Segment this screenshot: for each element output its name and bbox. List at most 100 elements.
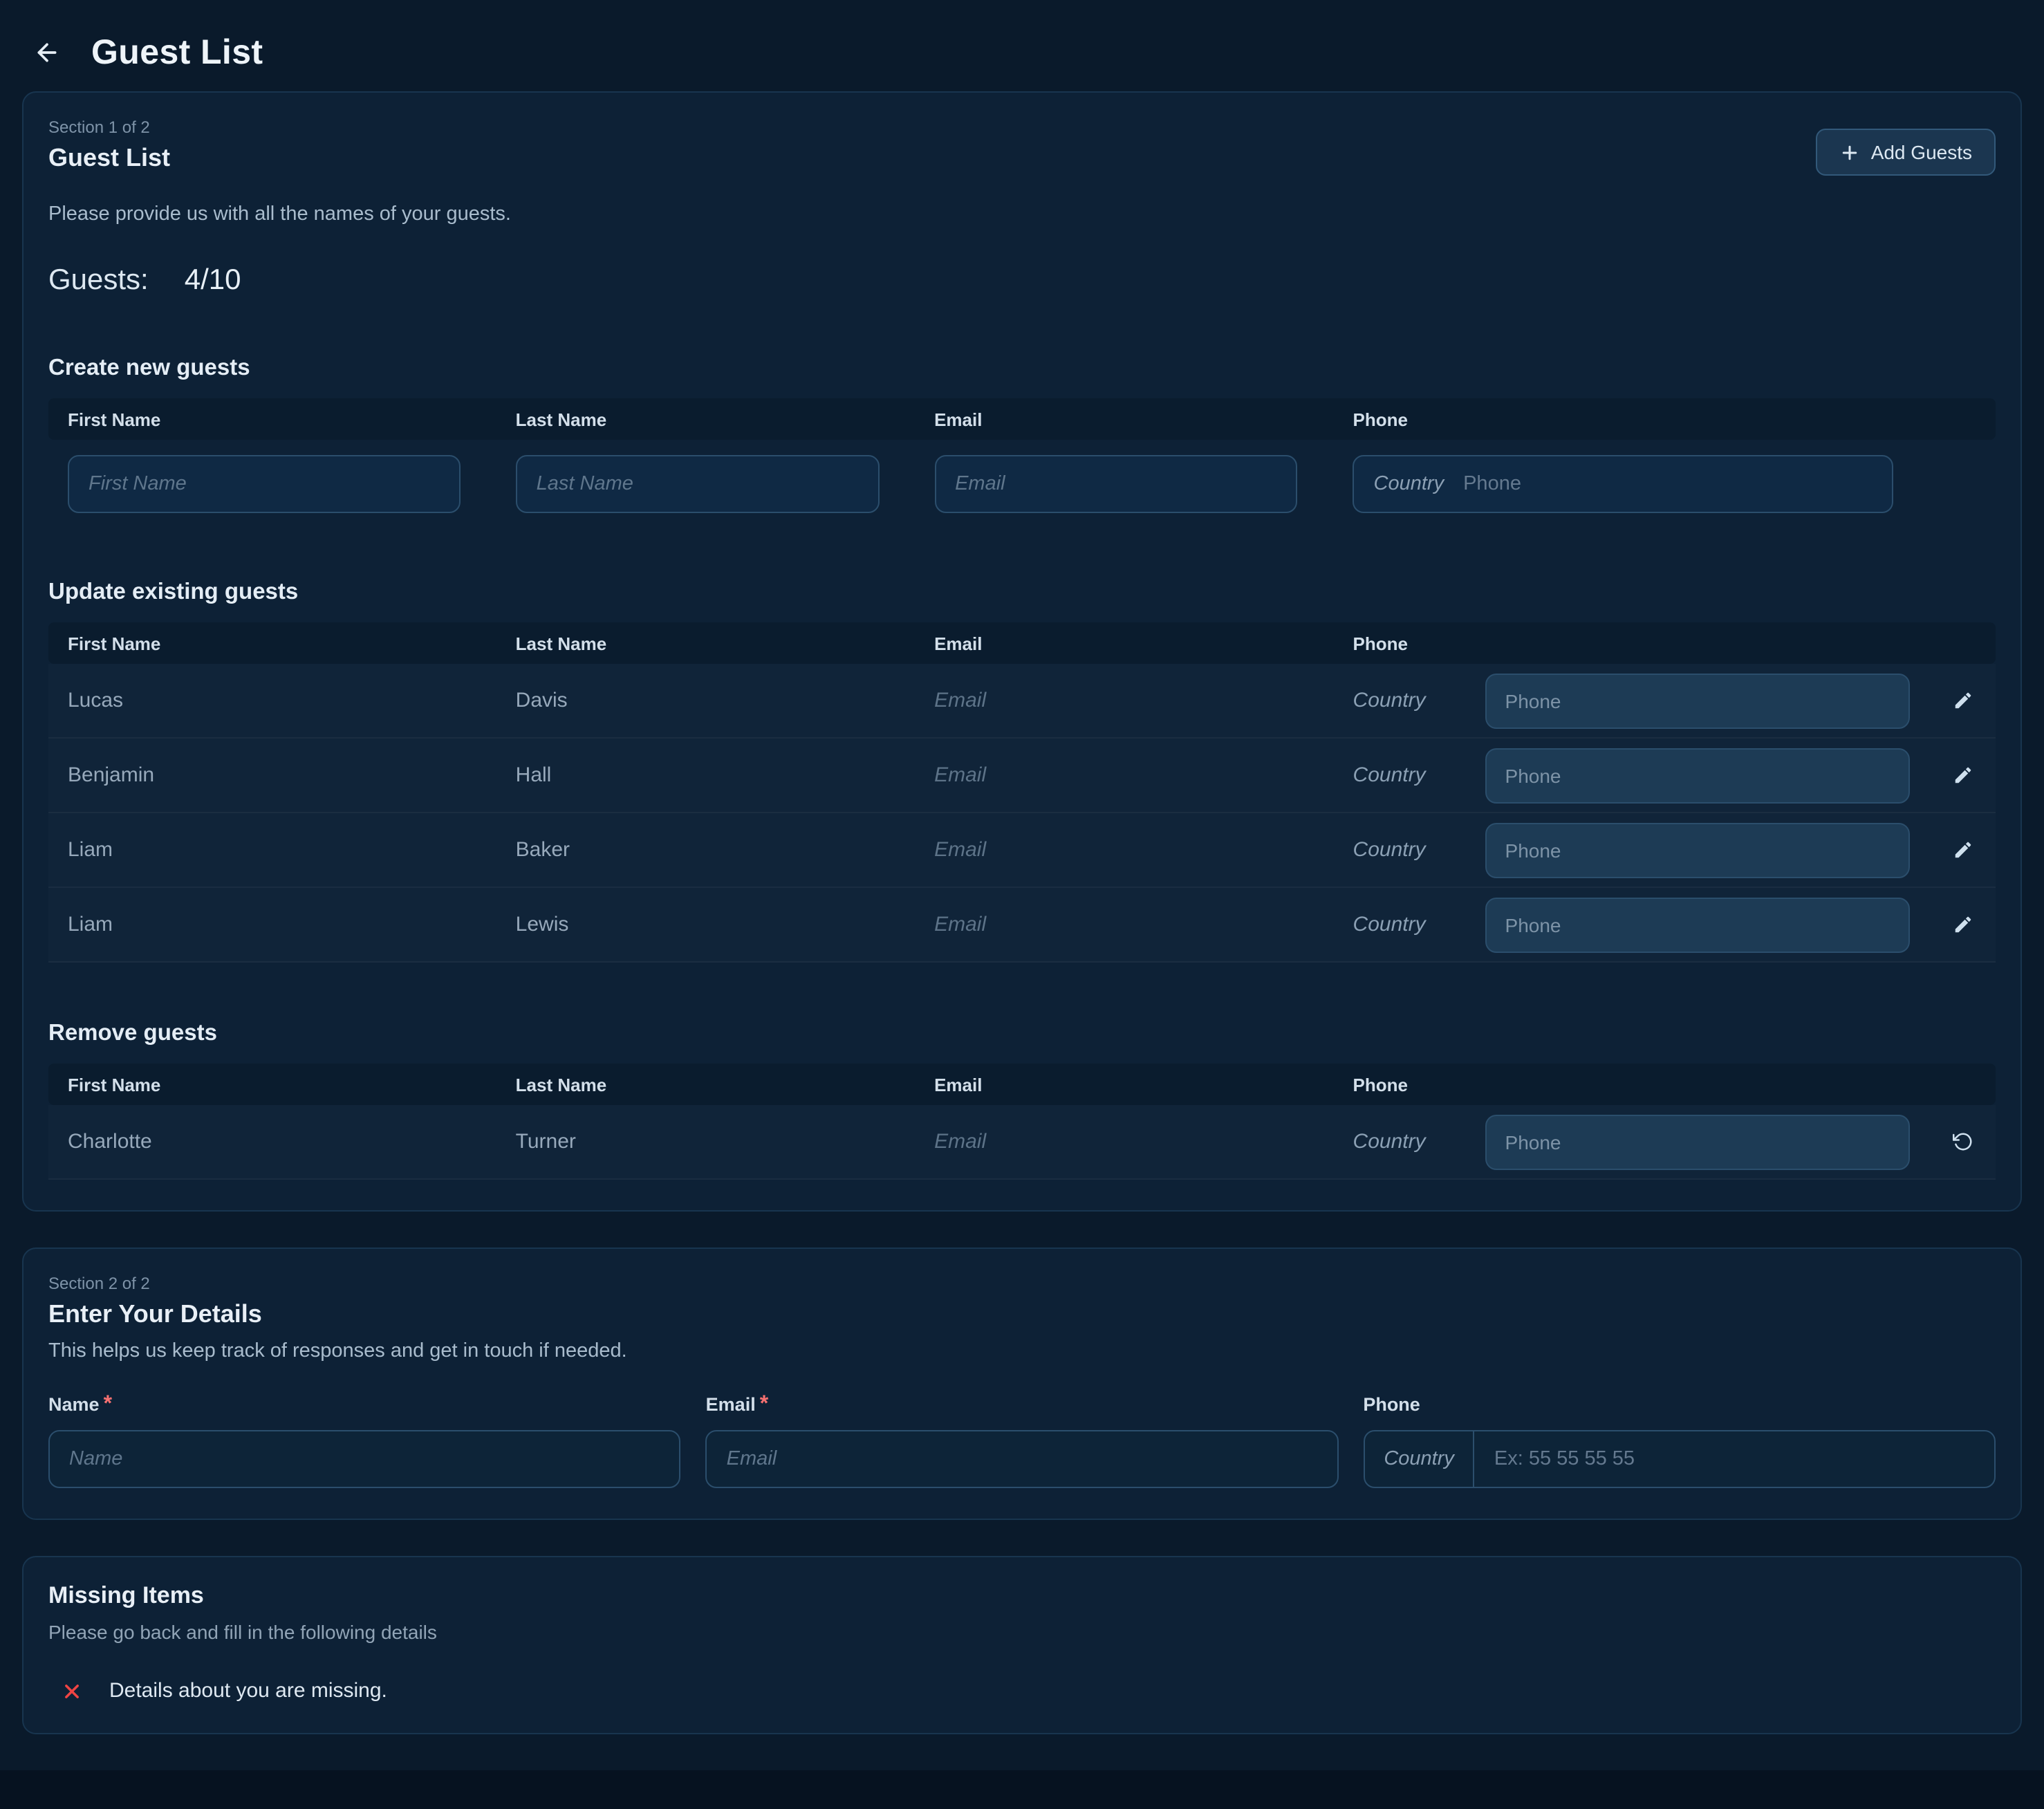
pencil-icon <box>1952 839 1973 860</box>
missing-item: Details about you are missing. <box>48 1679 1996 1703</box>
col-last-name: Last Name <box>496 409 915 429</box>
name-field-group: Name* <box>48 1393 681 1488</box>
guests-counter: Guests: 4/10 <box>48 264 1996 297</box>
guest-country-select[interactable]: Country <box>1353 913 1486 936</box>
add-guests-label: Add Guests <box>1871 141 1972 163</box>
remove-guests-title: Remove guests <box>48 1021 1996 1047</box>
guest-first-name: Lucas <box>48 689 496 712</box>
pencil-icon <box>1952 690 1973 711</box>
name-input[interactable] <box>48 1430 681 1488</box>
guest-country-select[interactable]: Country <box>1353 763 1486 787</box>
create-phone-input[interactable] <box>1463 456 1892 512</box>
section2-description: This helps us keep track of responses an… <box>48 1340 1996 1362</box>
phone-input[interactable] <box>1475 1431 1994 1487</box>
section2-title: Enter Your Details <box>48 1300 1996 1329</box>
guest-last-name: Turner <box>496 1130 915 1153</box>
col-email: Email <box>915 1074 1333 1095</box>
guest-row: Liam Lewis Country <box>48 888 1996 963</box>
edit-guest-button[interactable] <box>1940 902 1985 947</box>
create-email-input[interactable] <box>934 455 1297 513</box>
guest-first-name: Charlotte <box>48 1130 496 1153</box>
col-last-name: Last Name <box>496 633 915 653</box>
email-label: Email <box>706 1394 756 1415</box>
guest-last-name: Davis <box>496 689 915 712</box>
update-table-header: First Name Last Name Email Phone <box>48 622 1996 664</box>
guest-country-select[interactable]: Country <box>1353 1130 1486 1153</box>
guest-first-name: Liam <box>48 913 496 936</box>
pencil-icon <box>1952 765 1973 786</box>
phone-label: Phone <box>1363 1394 1420 1415</box>
add-guests-button[interactable]: Add Guests <box>1816 129 1996 176</box>
email-input[interactable] <box>706 1430 1339 1488</box>
your-details-section-card: Section 2 of 2 Enter Your Details This h… <box>22 1247 2022 1520</box>
section1-description: Please provide us with all the names of … <box>48 203 1996 225</box>
name-label: Name <box>48 1394 100 1415</box>
guest-row: Liam Baker Country <box>48 813 1996 888</box>
guest-email-input[interactable] <box>934 912 1306 936</box>
page-title: Guest List <box>91 33 263 73</box>
guest-row: Benjamin Hall Country <box>48 739 1996 813</box>
guest-email-input[interactable] <box>934 763 1306 786</box>
remove-guest-row: Charlotte Turner Country <box>48 1105 1996 1180</box>
details-fields: Name* Email* Phone Country <box>48 1393 1996 1488</box>
col-email: Email <box>915 633 1333 653</box>
arrow-left-icon <box>33 39 61 66</box>
create-guests-title: Create new guests <box>48 355 1996 382</box>
top-header: Guest List <box>22 0 2022 91</box>
section1-header-text: Section 1 of 2 Guest List <box>48 118 170 173</box>
section1-header: Section 1 of 2 Guest List Add Guests <box>48 118 1996 176</box>
guest-phone-input[interactable] <box>1486 822 1910 878</box>
guest-phone-input[interactable] <box>1486 673 1910 728</box>
undo-icon <box>1952 1131 1973 1152</box>
col-last-name: Last Name <box>496 1074 915 1095</box>
guests-count: 4/10 <box>185 264 241 297</box>
missing-items-title: Missing Items <box>48 1582 1996 1610</box>
guest-phone-input[interactable] <box>1486 748 1910 803</box>
guest-phone-input[interactable] <box>1486 1114 1910 1169</box>
col-phone: Phone <box>1334 409 1929 429</box>
app-root: Guest List Section 1 of 2 Guest List Add… <box>0 0 2044 1809</box>
edit-guest-button[interactable] <box>1940 828 1985 872</box>
create-first-name-input[interactable] <box>68 455 461 513</box>
edit-guest-button[interactable] <box>1940 753 1985 797</box>
section1-label: Section 1 of 2 <box>48 118 170 137</box>
create-last-name-input[interactable] <box>516 455 879 513</box>
country-select[interactable]: Country <box>1364 1431 1475 1487</box>
plus-icon <box>1839 142 1860 163</box>
page-content: Guest List Section 1 of 2 Guest List Add… <box>0 0 2044 1770</box>
update-guests-title: Update existing guests <box>48 579 1996 606</box>
missing-item-text: Details about you are missing. <box>109 1679 387 1703</box>
back-button[interactable] <box>25 30 69 75</box>
guest-last-name: Lewis <box>496 913 915 936</box>
guest-email-input[interactable] <box>934 688 1306 712</box>
guests-label: Guests: <box>48 264 149 297</box>
required-asterisk: * <box>104 1393 112 1416</box>
section2-label: Section 2 of 2 <box>48 1274 1996 1293</box>
guest-country-select[interactable]: Country <box>1353 689 1486 712</box>
col-first-name: First Name <box>48 409 496 429</box>
guest-country-select[interactable]: Country <box>1353 838 1486 862</box>
email-field-group: Email* <box>706 1393 1339 1488</box>
create-table-header: First Name Last Name Email Phone <box>48 398 1996 440</box>
guest-last-name: Hall <box>496 763 915 787</box>
section1-title: Guest List <box>48 144 170 173</box>
remove-table-header: First Name Last Name Email Phone <box>48 1064 1996 1105</box>
guest-email-input[interactable] <box>934 1129 1306 1153</box>
create-country-select[interactable]: Country <box>1355 473 1464 495</box>
guest-first-name: Benjamin <box>48 763 496 787</box>
col-first-name: First Name <box>48 633 496 653</box>
guest-first-name: Liam <box>48 838 496 862</box>
edit-guest-button[interactable] <box>1940 678 1985 723</box>
guest-last-name: Baker <box>496 838 915 862</box>
col-email: Email <box>915 409 1333 429</box>
col-phone: Phone <box>1334 633 1929 653</box>
phone-field-group: Phone Country <box>1363 1393 1996 1488</box>
pencil-icon <box>1952 914 1973 935</box>
guest-phone-input[interactable] <box>1486 897 1910 952</box>
restore-guest-button[interactable] <box>1940 1120 1985 1164</box>
col-first-name: First Name <box>48 1074 496 1095</box>
required-asterisk: * <box>760 1393 768 1416</box>
guest-list-section-card: Section 1 of 2 Guest List Add Guests Ple… <box>22 91 2022 1212</box>
bottom-strip <box>0 1770 2044 1809</box>
guest-email-input[interactable] <box>934 837 1306 861</box>
